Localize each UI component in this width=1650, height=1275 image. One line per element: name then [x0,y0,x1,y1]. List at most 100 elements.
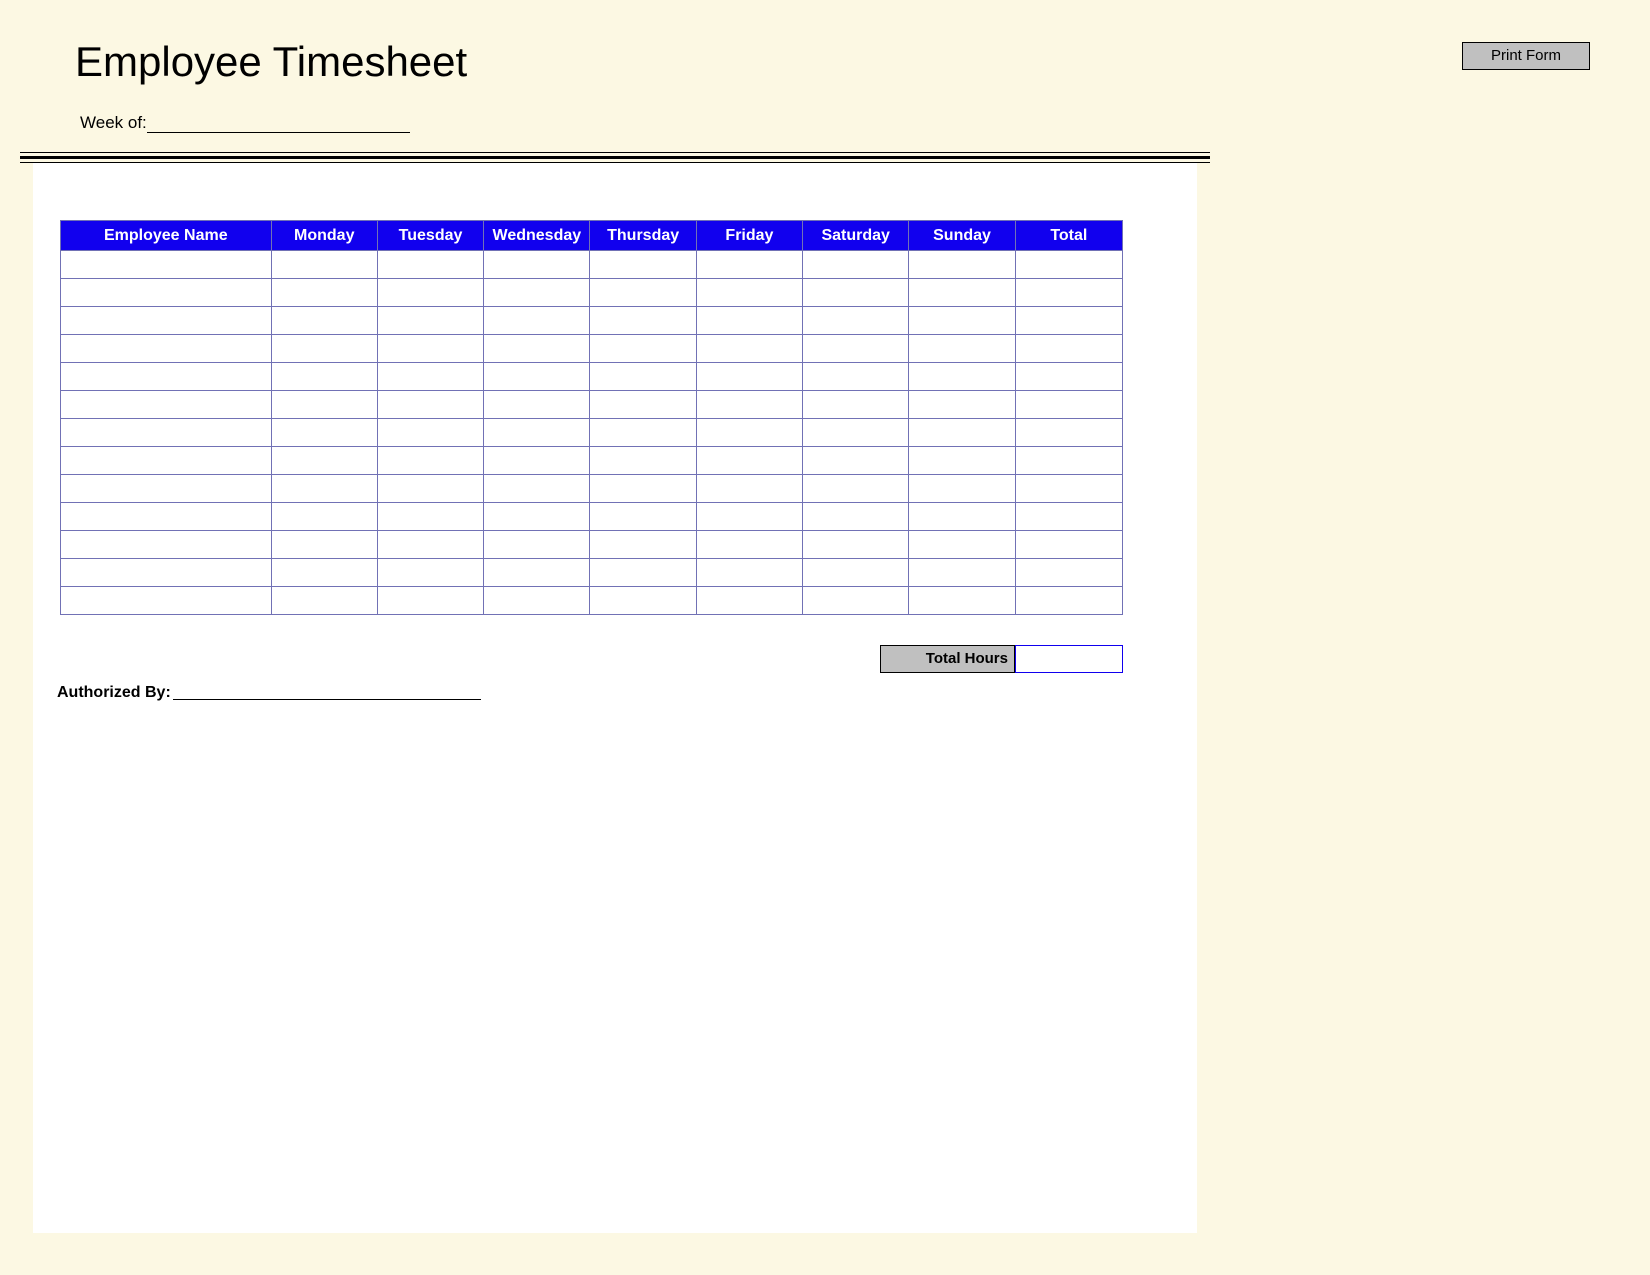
table-cell[interactable] [1015,279,1122,307]
table-cell[interactable] [61,335,272,363]
table-cell[interactable] [271,447,377,475]
table-cell[interactable] [1015,363,1122,391]
table-cell[interactable] [271,475,377,503]
table-cell[interactable] [61,419,272,447]
week-of-input-line[interactable] [147,132,410,133]
table-cell[interactable] [590,363,696,391]
table-cell[interactable] [271,559,377,587]
table-cell[interactable] [909,587,1015,615]
table-cell[interactable] [271,335,377,363]
table-cell[interactable] [61,475,272,503]
table-cell[interactable] [1015,419,1122,447]
table-cell[interactable] [271,307,377,335]
table-cell[interactable] [590,335,696,363]
table-cell[interactable] [590,587,696,615]
table-cell[interactable] [484,279,590,307]
table-cell[interactable] [909,503,1015,531]
table-cell[interactable] [590,475,696,503]
table-cell[interactable] [61,587,272,615]
table-cell[interactable] [696,587,802,615]
table-cell[interactable] [61,251,272,279]
table-cell[interactable] [484,503,590,531]
table-cell[interactable] [696,419,802,447]
table-cell[interactable] [484,447,590,475]
table-cell[interactable] [271,279,377,307]
table-cell[interactable] [1015,307,1122,335]
table-cell[interactable] [590,251,696,279]
table-cell[interactable] [484,559,590,587]
table-cell[interactable] [803,391,909,419]
table-cell[interactable] [1015,587,1122,615]
table-cell[interactable] [803,279,909,307]
table-cell[interactable] [909,531,1015,559]
table-cell[interactable] [803,251,909,279]
table-cell[interactable] [377,531,483,559]
table-cell[interactable] [909,391,1015,419]
table-cell[interactable] [61,307,272,335]
table-cell[interactable] [696,475,802,503]
table-cell[interactable] [803,335,909,363]
table-cell[interactable] [803,531,909,559]
table-cell[interactable] [61,559,272,587]
table-cell[interactable] [696,391,802,419]
table-cell[interactable] [1015,531,1122,559]
table-cell[interactable] [803,419,909,447]
table-cell[interactable] [1015,447,1122,475]
table-cell[interactable] [377,391,483,419]
table-cell[interactable] [377,363,483,391]
table-cell[interactable] [484,475,590,503]
table-cell[interactable] [696,251,802,279]
table-cell[interactable] [484,531,590,559]
table-cell[interactable] [590,279,696,307]
table-cell[interactable] [271,391,377,419]
table-cell[interactable] [484,307,590,335]
table-cell[interactable] [61,531,272,559]
table-cell[interactable] [377,503,483,531]
table-cell[interactable] [271,251,377,279]
table-cell[interactable] [484,391,590,419]
total-hours-value[interactable] [1015,645,1123,673]
table-cell[interactable] [909,559,1015,587]
table-cell[interactable] [803,363,909,391]
table-cell[interactable] [1015,335,1122,363]
table-cell[interactable] [590,531,696,559]
table-cell[interactable] [271,587,377,615]
table-cell[interactable] [484,335,590,363]
table-cell[interactable] [377,335,483,363]
table-cell[interactable] [909,447,1015,475]
table-cell[interactable] [61,391,272,419]
table-cell[interactable] [803,587,909,615]
table-cell[interactable] [909,475,1015,503]
table-cell[interactable] [1015,251,1122,279]
table-cell[interactable] [61,503,272,531]
table-cell[interactable] [484,363,590,391]
table-cell[interactable] [909,335,1015,363]
table-cell[interactable] [377,307,483,335]
table-cell[interactable] [909,279,1015,307]
table-cell[interactable] [696,503,802,531]
table-cell[interactable] [696,447,802,475]
table-cell[interactable] [590,503,696,531]
authorized-by-input-line[interactable] [173,699,481,700]
table-cell[interactable] [377,251,483,279]
table-cell[interactable] [377,279,483,307]
table-cell[interactable] [590,419,696,447]
table-cell[interactable] [377,419,483,447]
table-cell[interactable] [590,559,696,587]
table-cell[interactable] [271,363,377,391]
table-cell[interactable] [590,391,696,419]
table-cell[interactable] [909,307,1015,335]
table-cell[interactable] [377,475,483,503]
table-cell[interactable] [590,307,696,335]
table-cell[interactable] [909,419,1015,447]
table-cell[interactable] [803,475,909,503]
table-cell[interactable] [696,363,802,391]
table-cell[interactable] [909,251,1015,279]
table-cell[interactable] [61,363,272,391]
table-cell[interactable] [1015,559,1122,587]
table-cell[interactable] [590,447,696,475]
table-cell[interactable] [696,279,802,307]
table-cell[interactable] [909,363,1015,391]
table-cell[interactable] [696,335,802,363]
table-cell[interactable] [271,419,377,447]
